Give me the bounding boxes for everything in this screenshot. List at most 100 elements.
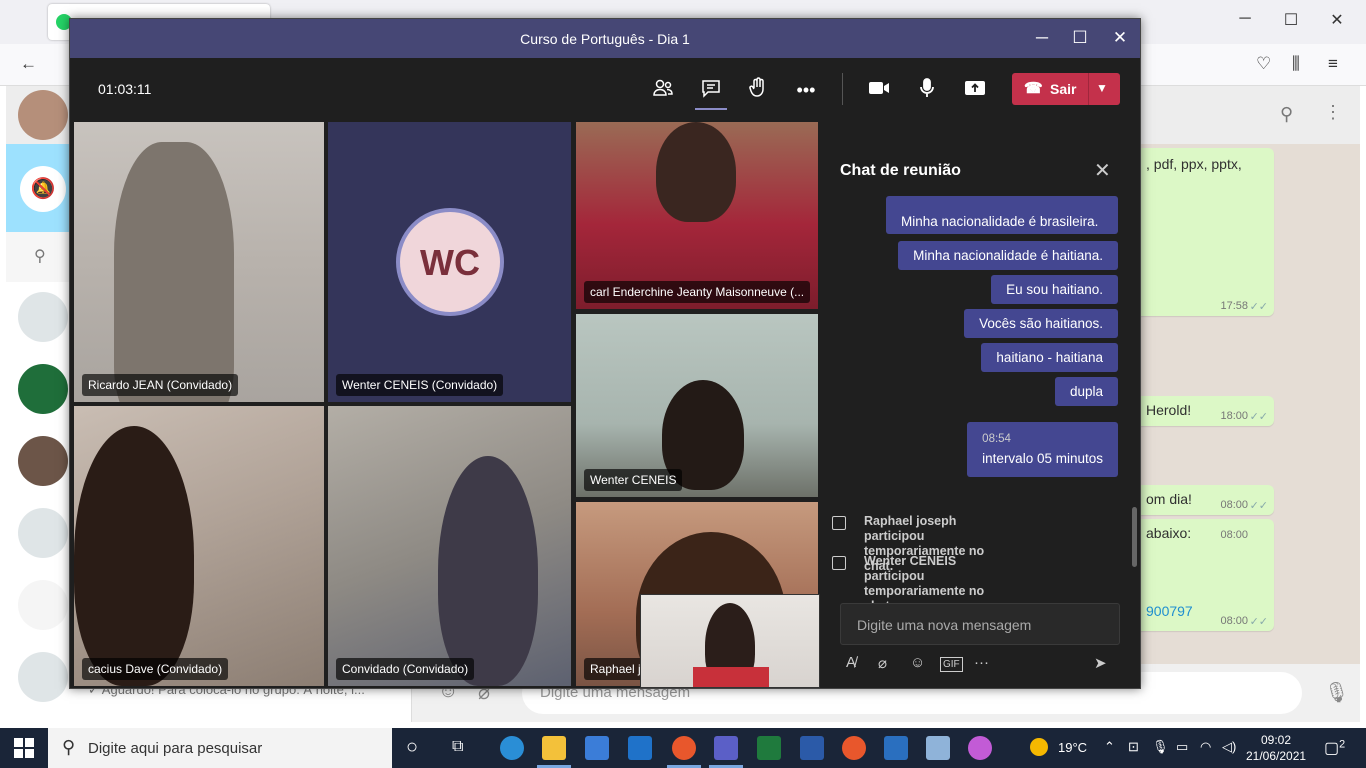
- chat-message: dupla: [1054, 377, 1118, 406]
- chat-icon[interactable]: [695, 76, 727, 110]
- teams-icon[interactable]: [714, 736, 738, 760]
- volume-icon[interactable]: ◁): [1222, 739, 1236, 755]
- microphone-icon[interactable]: 🎙: [1152, 739, 1169, 755]
- send-icon[interactable]: ➤: [1094, 654, 1107, 672]
- more-options-icon[interactable]: •••: [792, 76, 820, 104]
- attach-icon[interactable]: ⌀: [878, 654, 887, 672]
- firefox-icon[interactable]: [842, 736, 866, 760]
- emoji-icon[interactable]: ☺: [910, 654, 925, 671]
- close-icon[interactable]: ✕: [1108, 28, 1132, 48]
- app-icon[interactable]: [884, 736, 908, 760]
- gif-icon[interactable]: GIF: [940, 657, 963, 672]
- message-text: , pdf, ppx, pptx,: [1146, 156, 1242, 172]
- self-video-shirt: [693, 667, 769, 687]
- network-icon[interactable]: ⊡: [1128, 739, 1139, 755]
- chat-scrollbar[interactable]: [1132, 507, 1137, 567]
- camera-icon[interactable]: [865, 76, 893, 104]
- file-explorer-icon[interactable]: [542, 736, 566, 760]
- video-tile[interactable]: Convidado (Convidado): [328, 406, 571, 686]
- chevron-up-icon[interactable]: ⌃: [1104, 739, 1115, 755]
- edge-icon[interactable]: [500, 736, 524, 760]
- leave-label: Sair: [1050, 81, 1077, 97]
- participant-video: [438, 456, 538, 686]
- raise-hand-icon[interactable]: [745, 76, 773, 104]
- firefox-icon[interactable]: [672, 736, 696, 760]
- taskbar: ⚲ Digite aqui para pesquisar ○ ⧉ 19°C ⌃ …: [0, 728, 1366, 768]
- contact-avatar[interactable]: [18, 436, 68, 486]
- avatar[interactable]: [18, 90, 68, 140]
- video-tile[interactable]: Wenter CENEIS: [576, 314, 818, 497]
- video-tile[interactable]: WC Wenter CENEIS (Convidado): [328, 122, 571, 402]
- battery-icon[interactable]: ▭: [1176, 739, 1188, 755]
- close-icon[interactable]: ✕: [1322, 10, 1352, 30]
- video-tile[interactable]: carl Enderchine Jeanty Maisonneuve (...: [576, 122, 818, 309]
- minimize-icon[interactable]: ─: [1030, 28, 1054, 48]
- message-compose-input[interactable]: Digite uma nova mensagem: [840, 603, 1120, 645]
- contact-avatar[interactable]: [18, 508, 68, 558]
- wifi-icon[interactable]: ◠: [1200, 739, 1211, 755]
- weather-sun-icon[interactable]: [1030, 738, 1048, 756]
- message-time: 08:54: [982, 433, 1011, 445]
- contact-avatar[interactable]: [18, 652, 68, 702]
- temperature[interactable]: 19°C: [1058, 740, 1087, 755]
- divider: [1088, 73, 1089, 105]
- message-time: 08:00: [1220, 529, 1248, 541]
- participant-video: [74, 426, 194, 686]
- pocket-icon[interactable]: ♡: [1256, 54, 1271, 74]
- close-icon[interactable]: ✕: [1094, 158, 1111, 183]
- search-icon: ⚲: [34, 248, 46, 265]
- app-icon[interactable]: [968, 736, 992, 760]
- maximize-icon[interactable]: ☐: [1068, 28, 1092, 48]
- video-tile[interactable]: cacius Dave (Convidado): [74, 406, 324, 686]
- read-ticks-icon: ✓✓: [1249, 411, 1268, 423]
- more-icon[interactable]: ···: [974, 654, 989, 671]
- search-icon[interactable]: ⚲: [1280, 104, 1293, 125]
- clock[interactable]: 09:02 21/06/2021: [1246, 732, 1306, 764]
- message-link[interactable]: 900797: [1146, 603, 1193, 619]
- mail-icon[interactable]: [628, 736, 652, 760]
- contact-avatar[interactable]: [18, 580, 68, 630]
- maximize-icon[interactable]: ☐: [1276, 10, 1306, 30]
- notification-center-icon[interactable]: ▢2: [1324, 738, 1345, 758]
- search-icon: ⚲: [62, 737, 76, 757]
- word-icon[interactable]: [800, 736, 824, 760]
- chat-join-icon: [832, 516, 846, 530]
- message-time: 08:00: [1220, 499, 1248, 511]
- leave-button[interactable]: ☎ Sair ▼: [1012, 73, 1120, 105]
- windows-start-icon[interactable]: [14, 738, 34, 758]
- message-text: om dia!: [1146, 491, 1192, 507]
- chat-join-icon: [832, 556, 846, 570]
- menu-icon[interactable]: ≡: [1328, 54, 1338, 74]
- message-time: 08:00: [1220, 615, 1248, 627]
- back-icon[interactable]: ←: [20, 54, 37, 74]
- message-bubble: om dia! 08:00 ✓✓: [1134, 485, 1274, 515]
- app-icon[interactable]: [926, 736, 950, 760]
- library-icon[interactable]: ⫼: [1292, 54, 1300, 74]
- participants-icon[interactable]: [649, 76, 677, 104]
- brazil-avatar[interactable]: [18, 364, 68, 414]
- format-icon[interactable]: A̸: [846, 654, 856, 671]
- message-bubble: Herold! 18:00 ✓✓: [1134, 396, 1274, 426]
- video-tile[interactable]: Ricardo JEAN (Convidado): [74, 122, 324, 402]
- minimize-icon[interactable]: ─: [1230, 10, 1260, 28]
- more-icon[interactable]: ⋮: [1324, 102, 1342, 123]
- teams-meeting-window: Curso de Português - Dia 1 ─ ☐ ✕ 01:03:1…: [69, 18, 1141, 689]
- message-text: intervalo 05 minutos: [982, 451, 1103, 466]
- mic-icon[interactable]: 🎙: [1324, 680, 1349, 705]
- participant-video: [114, 142, 234, 402]
- meeting-controls: 01:03:11 ••• ☎ Sair ▼: [70, 58, 1140, 120]
- taskbar-search[interactable]: ⚲ Digite aqui para pesquisar: [48, 728, 392, 768]
- excel-icon[interactable]: [757, 736, 781, 760]
- chevron-down-icon[interactable]: ▼: [1096, 81, 1108, 95]
- task-view-icon[interactable]: ⧉: [452, 738, 463, 756]
- share-screen-icon[interactable]: [961, 76, 989, 104]
- notification-count: 2: [1339, 738, 1346, 751]
- avatar-initials: WC: [420, 242, 480, 283]
- chat-message: Minha nacionalidade é brasileira.: [886, 196, 1118, 234]
- group-avatar[interactable]: [18, 292, 68, 342]
- self-view-video[interactable]: [640, 594, 820, 688]
- cortana-icon[interactable]: ○: [406, 736, 418, 759]
- store-icon[interactable]: [585, 736, 609, 760]
- microphone-icon[interactable]: [913, 76, 941, 104]
- divider: [842, 73, 843, 105]
